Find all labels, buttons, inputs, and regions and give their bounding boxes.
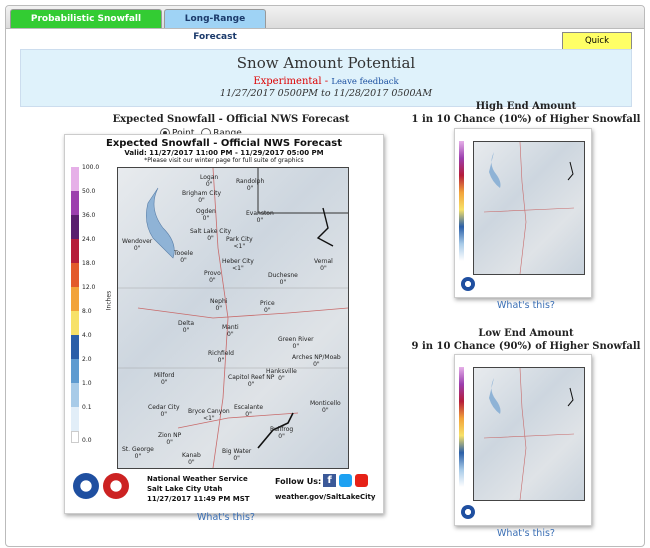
footer-url[interactable]: weather.gov/SaltLakeCity: [275, 493, 375, 501]
tab-long-range-forecast[interactable]: Long-Range Forecast: [164, 9, 266, 42]
city-hanksville: Hanksville 0": [266, 368, 297, 382]
city-heber-city: Heber City <1": [222, 258, 254, 272]
city-brigham-city: Brigham City 0": [182, 190, 222, 204]
city-monticello: Monticello 0": [310, 400, 341, 414]
utah-snowfall-map: Logan 0" Randolph 0" Brigham City 0" Ogden 0…: [117, 167, 349, 469]
header-subtitle: Experimental - Leave feedback: [21, 76, 631, 87]
snowfall-legend: 100.0 50.0 36.0 24.0 18.0 12.0 8.0 4.0 2…: [71, 164, 113, 455]
legend-tick: 36.0: [82, 212, 96, 219]
legend-tick: 0.1: [82, 404, 92, 411]
city-evanston: Evanston 0": [246, 210, 274, 224]
low-end-legend-bar: [459, 367, 464, 487]
city-nephi: Nephi 0": [210, 298, 228, 312]
experimental-label: Experimental -: [253, 76, 329, 87]
city-milford: Milford 0": [154, 372, 175, 386]
main-whats-this-link[interactable]: What's this?: [176, 512, 276, 523]
city-price: Price 0": [260, 300, 275, 314]
low-end-graphic: [454, 354, 592, 526]
footer-org: National Weather Service: [147, 475, 248, 483]
page-header: Snow Amount Potential Experimental - Lea…: [20, 49, 632, 107]
tab-bar: Probabilistic Snowfall Forecasts Long-Ra…: [6, 6, 644, 42]
legend-tick: 50.0: [82, 188, 96, 195]
city-ogden: Ogden 0": [196, 208, 216, 222]
twitter-icon[interactable]: [339, 474, 352, 487]
city-duchesne: Duchesne 0": [268, 272, 298, 286]
city-green-river: Green River 0": [278, 336, 314, 350]
footer-time: 11/27/2017 11:49 PM MST: [147, 495, 250, 503]
low-end-whats-this-link[interactable]: What's this?: [476, 528, 576, 539]
low-end-map: [473, 367, 585, 501]
graphic-title: Expected Snowfall - Official NWS Forecas…: [105, 138, 342, 149]
graphic-note: *Please visit our winter page for full s…: [144, 157, 304, 164]
legend-tick: 100.0: [82, 164, 100, 171]
city-big-water: Big Water 0": [222, 448, 252, 462]
city-escalante: Escalante 0": [234, 404, 264, 418]
city-zion-np: Zion NP 0": [158, 432, 182, 446]
city-delta: Delta 0": [178, 320, 195, 334]
city-manti: Manti 0": [222, 324, 239, 338]
city-richfield: Richfield 0": [208, 350, 234, 364]
legend-tick: 4.0: [82, 332, 92, 339]
graphic-valid: Valid: 11/27/2017 11:00 PM - 11/29/2017 …: [124, 149, 324, 157]
tab-probabilistic-snowfall[interactable]: Probabilistic Snowfall Forecasts: [10, 9, 162, 42]
low-end-footer-logos: [461, 505, 475, 519]
high-end-whats-this-link[interactable]: What's this?: [476, 300, 576, 311]
legend-tick: 0.0: [82, 437, 92, 444]
city-bullfrog: Bullfrog 0": [270, 426, 294, 440]
legend-tick: 18.0: [82, 260, 96, 267]
city-vernal: Vernal 0": [314, 258, 333, 272]
page-title: Snow Amount Potential: [236, 54, 416, 72]
main-section-title: Expected Snowfall - Official NWS Forecas…: [112, 114, 350, 125]
facebook-icon[interactable]: f: [323, 474, 336, 487]
quick-navigation-button[interactable]: Quick Navigation: [562, 32, 632, 62]
footer-office: Salt Lake City Utah: [147, 485, 223, 493]
city-st-george: St. George 0": [122, 446, 154, 460]
follow-us-label: Follow Us:: [275, 477, 322, 486]
legend-unit: Inches: [105, 290, 113, 311]
city-arches-moab: Arches NP/Moab 0": [292, 354, 341, 368]
high-end-subtitle: 1 in 10 Chance (10%) of Higher Snowfall: [411, 114, 641, 125]
city-park-city: Park City <1": [226, 236, 253, 250]
legend-tick: 24.0: [82, 236, 96, 243]
main-forecast-graphic: Expected Snowfall - Official NWS Forecas…: [64, 134, 384, 514]
legend-tick: 8.0: [82, 308, 92, 315]
high-end-footer-logos: [461, 277, 475, 291]
high-end-title: High End Amount: [475, 101, 577, 112]
youtube-icon[interactable]: [355, 474, 368, 487]
city-salt-lake-city: Salt Lake City 0": [190, 228, 232, 242]
city-logan: Logan 0": [200, 174, 219, 188]
leave-feedback-link[interactable]: Leave feedback: [331, 77, 398, 87]
city-wendover: Wendover 0": [122, 238, 153, 252]
nws-logo: [103, 473, 129, 499]
high-end-legend-bar: [459, 141, 464, 261]
city-cedar-city: Cedar City 0": [148, 404, 180, 418]
low-end-title: Low End Amount: [478, 328, 574, 339]
city-bryce-canyon: Bryce Canyon <1": [188, 408, 230, 422]
city-tooele: Tooele 0": [174, 250, 194, 264]
map-overlay: [118, 168, 348, 468]
noaa-logo: [73, 473, 99, 499]
page-frame: Probabilistic Snowfall Forecasts Long-Ra…: [5, 5, 645, 547]
city-kanab: Kanab 0": [182, 452, 201, 466]
low-end-subtitle: 9 in 10 Chance (90%) of Higher Snowfall: [411, 341, 641, 352]
legend-tick: 2.0: [82, 356, 92, 363]
city-provo: Provo 0": [204, 270, 221, 284]
city-randolph: Randolph 0": [236, 178, 265, 192]
legend-tick: 12.0: [82, 284, 96, 291]
legend-tick: 1.0: [82, 380, 92, 387]
valid-period: 11/27/2017 0500PM to 11/28/2017 0500AM: [219, 88, 433, 99]
high-end-map: [473, 141, 585, 275]
high-end-graphic: [454, 128, 592, 298]
